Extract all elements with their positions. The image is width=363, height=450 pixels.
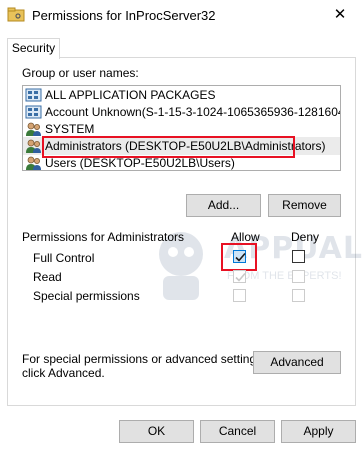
deny-column-header: Deny: [291, 230, 320, 244]
list-item-label: Users (DESKTOP-E50U2LB\Users): [45, 156, 235, 170]
list-item-all-application-packages[interactable]: ALL APPLICATION PACKAGES: [23, 86, 340, 104]
add-button[interactable]: Add...: [186, 194, 261, 217]
close-icon: ✕: [333, 6, 347, 23]
remove-button[interactable]: Remove: [268, 194, 341, 217]
users-icon: [25, 155, 42, 170]
package-group-icon: [25, 87, 42, 103]
title-bar: Permissions for InProcServer32 ✕: [0, 0, 363, 31]
tab-security[interactable]: Security: [7, 38, 60, 59]
group-users-label: Group or user names:: [22, 66, 139, 80]
close-button[interactable]: ✕: [317, 0, 363, 31]
read-allow-checkbox[interactable]: [233, 270, 246, 283]
users-icon: [25, 121, 42, 137]
perm-special-label: Special permissions: [33, 289, 140, 303]
checkmark-icon: [235, 272, 246, 282]
advanced-note-line2: click Advanced.: [22, 366, 105, 380]
advanced-button[interactable]: Advanced: [253, 351, 341, 374]
list-item-label: ALL APPLICATION PACKAGES: [45, 88, 216, 102]
users-icon: [25, 138, 42, 154]
full-control-deny-checkbox[interactable]: [292, 250, 305, 263]
ok-button[interactable]: OK: [119, 420, 194, 443]
read-deny-checkbox[interactable]: [292, 270, 305, 283]
special-deny-checkbox[interactable]: [292, 289, 305, 302]
group-users-list[interactable]: ALL APPLICATION PACKAGES Account Unknown…: [22, 85, 341, 171]
tab-strip: Security: [0, 31, 363, 59]
user-unknown-icon: [25, 104, 42, 120]
cancel-button[interactable]: Cancel: [200, 420, 275, 443]
apply-button[interactable]: Apply: [281, 420, 356, 443]
permissions-label: Permissions for Administrators: [22, 230, 185, 244]
list-item-label: SYSTEM: [45, 122, 95, 136]
advanced-note-line1: For special permissions or advanced sett…: [22, 352, 266, 366]
special-allow-checkbox[interactable]: [233, 289, 246, 302]
highlight-annotation-administrators: [42, 136, 295, 158]
highlight-annotation-allow: [221, 243, 257, 271]
perm-full-control-label: Full Control: [33, 251, 95, 265]
list-item-label: Account Unknown(S-1-15-3-1024-1065365936…: [45, 105, 341, 119]
window-title: Permissions for InProcServer32: [32, 8, 216, 23]
perm-read-label: Read: [33, 270, 62, 284]
folder-key-icon: [7, 7, 25, 23]
allow-column-header: Allow: [231, 230, 260, 244]
list-item-account-unknown[interactable]: Account Unknown(S-1-15-3-1024-1065365936…: [23, 103, 340, 121]
